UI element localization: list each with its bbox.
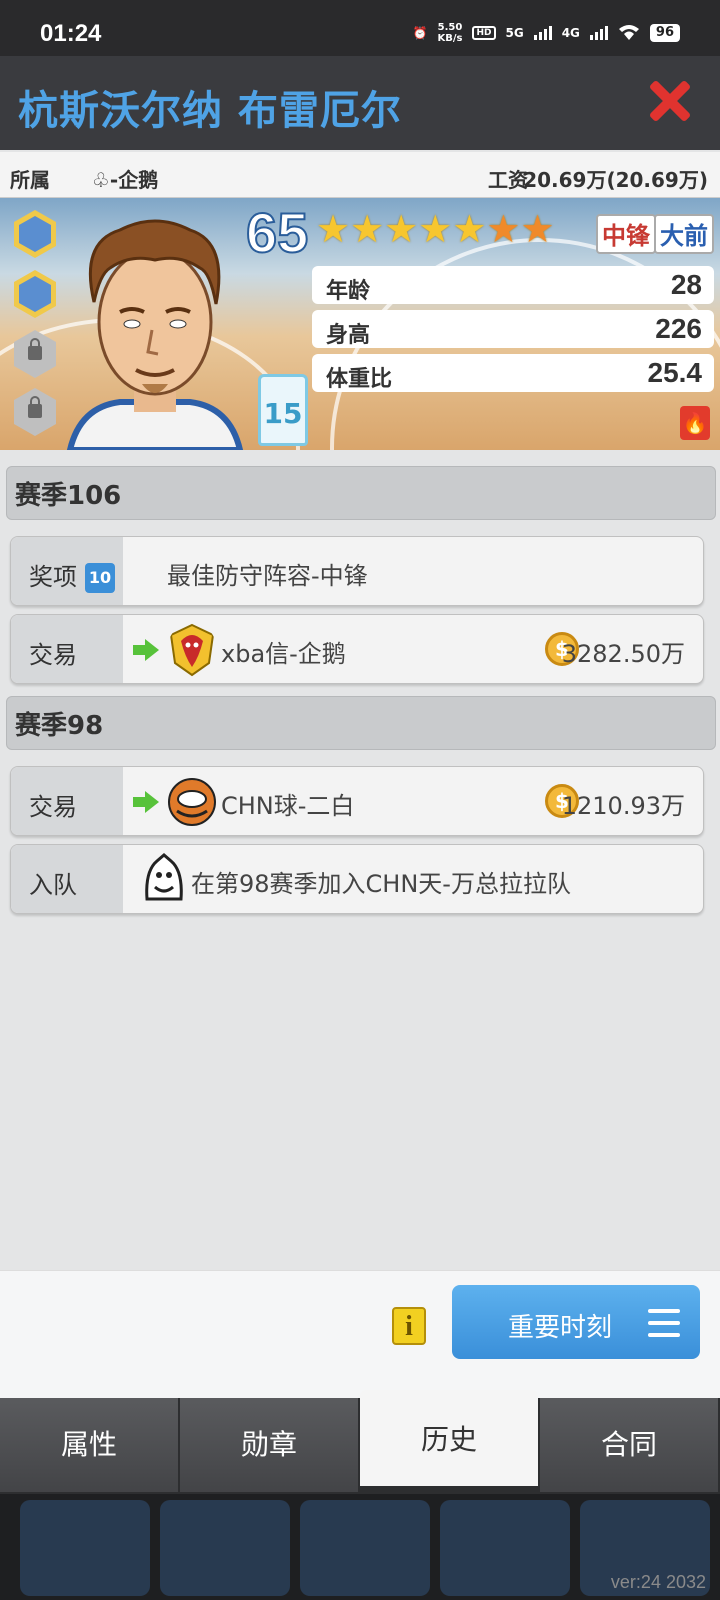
background-nav: ver:24 2032 [0, 1494, 720, 1600]
stat-row-weight-ratio: 体重比 25.4 [312, 354, 714, 392]
medal-icon[interactable] [14, 210, 56, 258]
history-row-award: 奖项 10 最佳防守阵容-中锋 [10, 536, 704, 606]
alarm-icon: ⏰ [412, 26, 428, 40]
tab-contract[interactable]: 合同 [540, 1398, 718, 1492]
player-rating: 65 [245, 200, 309, 265]
nav-ghost-icon [300, 1500, 430, 1596]
close-button[interactable] [648, 80, 690, 122]
medal-icon[interactable] [14, 270, 56, 318]
history-text: 最佳防守阵容-中锋 [167, 562, 368, 590]
star-icon: ★ [316, 207, 351, 251]
position-badge-pf: 大前 [654, 214, 714, 254]
history-kind: 交易 [11, 615, 123, 683]
battery-icon: 96 [649, 24, 680, 42]
history-kind: 入队 [11, 845, 123, 913]
menu-icon [648, 1309, 680, 1337]
wifi-icon [618, 24, 640, 43]
star-icon: ★ [520, 207, 555, 251]
title-bar: 杭斯沃尔纳 布雷厄尔 [0, 56, 720, 150]
tab-history[interactable]: 历史 [360, 1390, 538, 1486]
history-text: CHN球-二白 [221, 792, 355, 820]
season-header: 赛季106 [6, 466, 716, 520]
position-badge-center: 中锋 [596, 214, 656, 254]
jersey-number: 15 [258, 374, 308, 446]
team-logo-icon[interactable] [167, 775, 217, 829]
network-speed: 5.50 KB/s [437, 22, 463, 44]
fire-icon[interactable]: 🔥 [680, 406, 710, 440]
player-avatar [66, 219, 244, 450]
nav-ghost-icon [440, 1500, 570, 1596]
status-icons: ⏰ 5.50 KB/s HD 5G 4G 96 [413, 22, 680, 44]
nav-ghost-icon [20, 1500, 150, 1596]
team-label: 所属 [10, 168, 50, 192]
history-row-trade: 交易 CHN球-二白 $ 1210.93万 [10, 766, 704, 836]
arrow-right-icon [133, 639, 159, 661]
award-count-badge: 10 [85, 563, 115, 593]
tab-attributes[interactable]: 属性 [0, 1398, 178, 1492]
status-bar: 01:24 ⏰ 5.50 KB/s HD 5G 4G 96 [0, 0, 720, 56]
trade-amount: 3282.50万 [561, 640, 685, 668]
star-icon: ★ [384, 207, 419, 251]
salary-value: 20.69万(20.69万) [523, 168, 708, 192]
team-logo-icon[interactable] [167, 623, 217, 677]
star-icon: ★ [486, 207, 521, 251]
player-name-title: 杭斯沃尔纳 布雷厄尔 [18, 88, 402, 134]
trade-amount: 1210.93万 [561, 792, 685, 820]
history-text: xba信-企鹅 [221, 640, 346, 668]
history-kind: 奖项 10 [11, 537, 123, 605]
stat-value: 226 [655, 313, 702, 344]
star-icon: ★ [418, 207, 453, 251]
team-value: ♧-企鹅 [92, 168, 159, 192]
stat-label: 体重比 [326, 367, 393, 392]
stat-label: 年龄 [326, 279, 371, 304]
tab-medals[interactable]: 勋章 [180, 1398, 358, 1492]
season-header: 赛季98 [6, 696, 716, 750]
history-row-trade: 交易 xba信-企鹅 $ 3282.50万 [10, 614, 704, 684]
history-row-join: 入队 在第98赛季加入CHN天-万总拉拉队 [10, 844, 704, 914]
star-rating: ★ ★ ★ ★ ★ ★ ★ [316, 206, 555, 252]
stat-label: 身高 [326, 323, 371, 348]
stat-row-age: 年龄 28 [312, 266, 714, 304]
stat-row-height: 身高 226 [312, 310, 714, 348]
info-icon[interactable]: i [392, 1307, 426, 1345]
key-moments-button[interactable]: 重要时刻 [452, 1285, 700, 1359]
signal-icon [533, 26, 552, 40]
star-icon: ★ [350, 207, 385, 251]
key-moments-label: 重要时刻 [508, 1313, 613, 1343]
signal-icon-2 [589, 26, 608, 40]
arrow-right-icon [133, 791, 159, 813]
sim2-label: 4G [561, 26, 580, 40]
hd-icon: HD [472, 26, 496, 40]
stat-value: 25.4 [647, 357, 703, 388]
stat-value: 28 [670, 269, 702, 300]
salary-label: 工资 [488, 168, 528, 192]
tab-bar: 属性 勋章 历史 合同 [0, 1390, 720, 1494]
history-text: 在第98赛季加入CHN天-万总拉拉队 [191, 870, 571, 898]
contract-info-row: 所属 ♧-企鹅 工资 20.69万(20.69万) [0, 152, 720, 198]
action-panel: i 重要时刻 [0, 1270, 720, 1398]
nav-ghost-icon [160, 1500, 290, 1596]
history-kind: 交易 [11, 767, 123, 835]
sim1-label: 5G [505, 26, 524, 40]
star-icon: ★ [452, 207, 487, 251]
team-logo-icon[interactable] [139, 851, 189, 905]
version-label: ver:24 2032 [610, 1572, 706, 1592]
status-time: 01:24 [40, 20, 102, 47]
